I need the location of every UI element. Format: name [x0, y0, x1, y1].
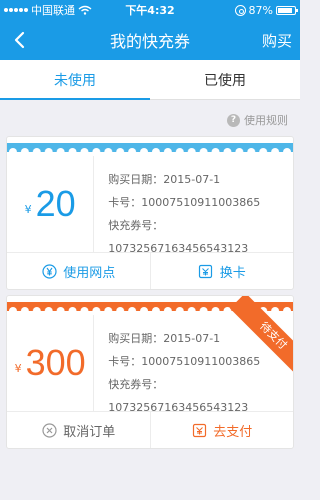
purchase-date: 购买日期：2015-07-1	[108, 173, 221, 186]
voucher-amount: ¥ 300	[7, 315, 95, 411]
voucher-number: 快充券号：10732567163456543123	[108, 219, 249, 255]
exchange-card-label: 换卡	[219, 265, 246, 281]
help-icon: ?	[227, 113, 240, 127]
card-number: 卡号：10007510911003865	[108, 355, 261, 368]
voucher-info: 购买日期：2015-07-1 卡号：10007510911003865 快充券号…	[94, 156, 293, 255]
amount-value: 20	[35, 183, 76, 224]
buy-button[interactable]: 购买	[260, 28, 294, 53]
amount-value: 300	[25, 342, 86, 383]
tab-unused[interactable]: 未使用	[0, 60, 150, 100]
card-number: 卡号：10007510911003865	[108, 196, 261, 209]
card-scallop-top	[7, 143, 293, 152]
tab-used[interactable]: 已使用	[150, 60, 300, 99]
tab-bar: 未使用 已使用	[0, 60, 300, 100]
exchange-card-icon	[198, 263, 214, 279]
back-icon[interactable]	[8, 28, 32, 52]
usage-rules-link[interactable]: ? 使用规则	[227, 112, 288, 128]
voucher-card: 待支付 ¥ 300 购买日期：2015-07-1 卡号：100075109110…	[6, 295, 294, 449]
voucher-card: ¥ 20 购买日期：2015-07-1 卡号：10007510911003865…	[6, 136, 294, 290]
battery-icon	[276, 5, 298, 15]
yen-circle-icon	[41, 263, 57, 279]
voucher-amount: ¥ 20	[7, 156, 95, 252]
voucher-number: 快充券号：10732567163456543123	[108, 378, 249, 414]
page-title: 我的快充券	[109, 32, 190, 51]
usage-rules-label: 使用规则	[244, 114, 288, 127]
signal-icon	[4, 8, 28, 12]
status-bar: 中国联通 下午4:32 87%	[0, 0, 300, 20]
pay-icon	[191, 422, 207, 438]
wifi-icon	[78, 5, 92, 15]
nav-bar: 我的快充券 购买	[0, 20, 300, 60]
carrier-label: 中国联通	[31, 4, 75, 17]
service-outlets-label: 使用网点	[63, 265, 116, 281]
currency-symbol: ¥	[14, 361, 22, 375]
cancel-order-label: 取消订单	[63, 424, 116, 440]
currency-symbol: ¥	[24, 202, 32, 216]
battery-percent: 87%	[248, 3, 273, 17]
pay-label: 去支付	[213, 424, 253, 440]
cancel-circle-icon	[41, 422, 57, 438]
rotation-lock-icon	[234, 4, 246, 16]
